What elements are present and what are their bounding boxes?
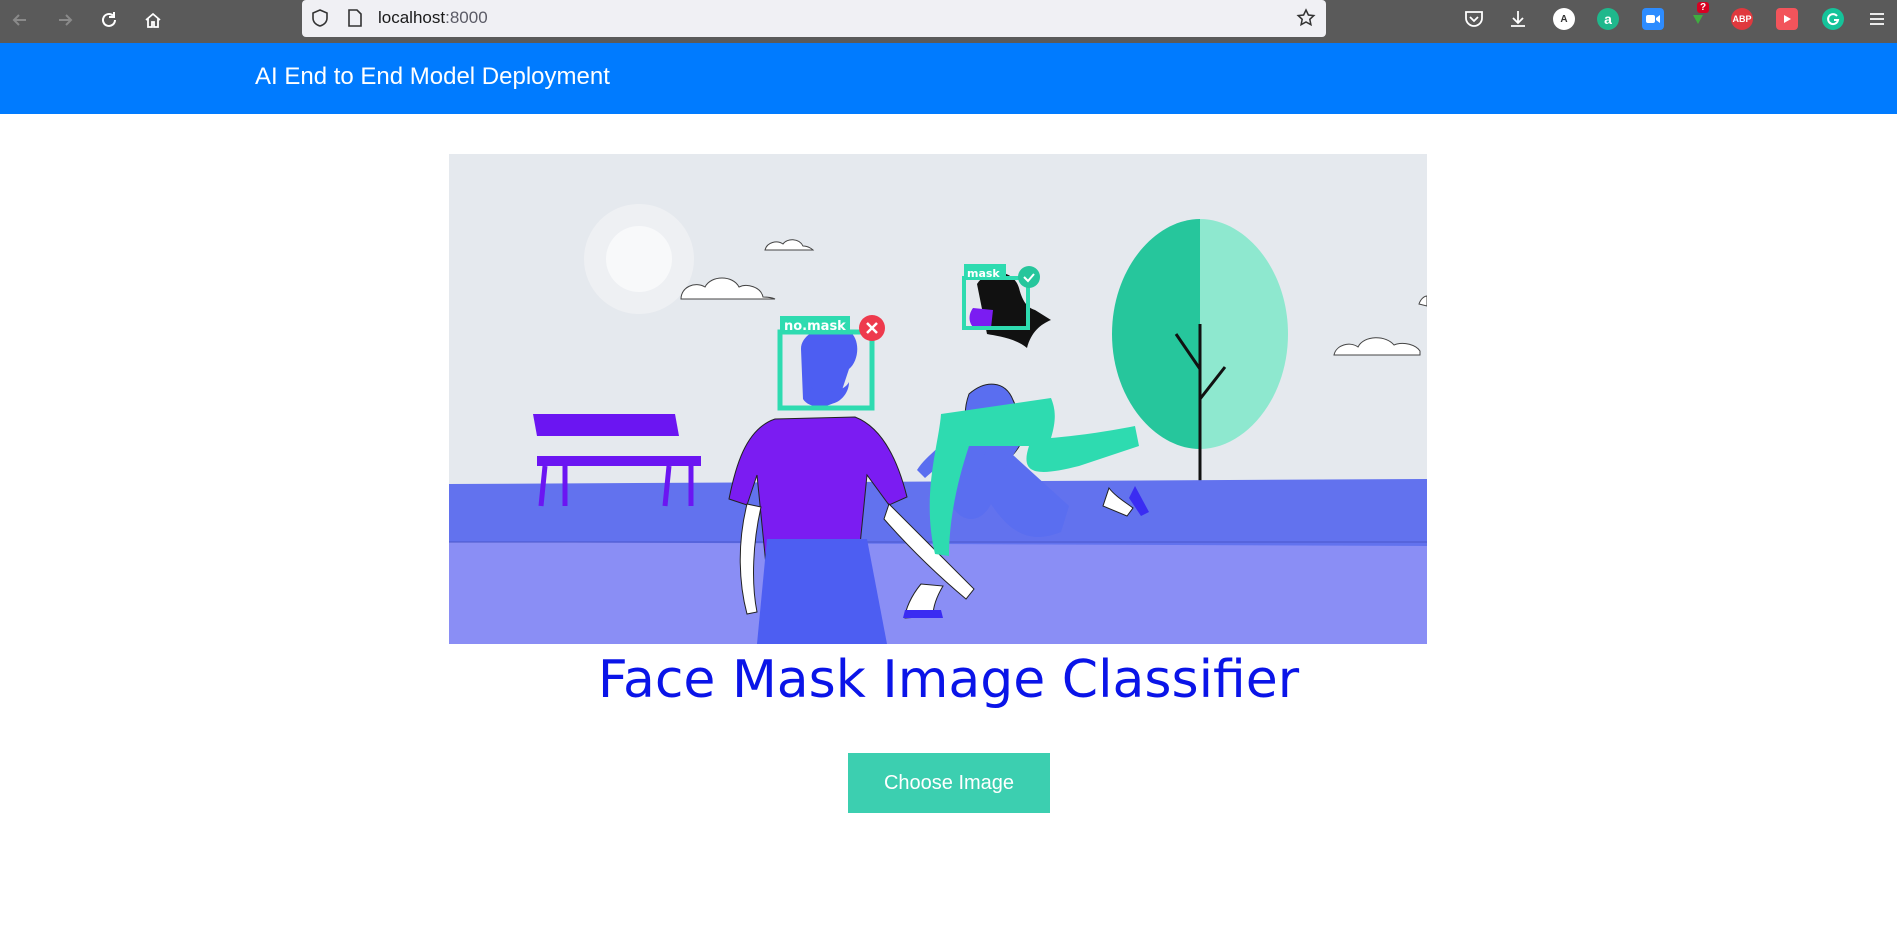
play-icon (1784, 15, 1791, 23)
grammarly-extension-icon[interactable] (1822, 8, 1844, 30)
zoom-extension-icon[interactable] (1642, 8, 1664, 30)
video-extension-icon[interactable] (1776, 8, 1798, 30)
back-arrow-icon (12, 14, 26, 26)
grammarly-icon (1827, 13, 1840, 26)
shield-icon[interactable] (310, 8, 330, 28)
home-button[interactable] (139, 6, 167, 34)
download-icon[interactable] (1507, 8, 1529, 30)
forward-button[interactable] (51, 6, 79, 34)
url-host: localhost (378, 8, 446, 27)
browser-toolbar: localhost:8000 A a ? ABP (0, 0, 1897, 43)
account-extension-icon[interactable]: A (1553, 8, 1575, 30)
bookmark-star-icon[interactable] (1296, 8, 1316, 28)
camera-icon (1646, 15, 1660, 23)
reload-icon (102, 12, 116, 27)
page-icon (348, 9, 362, 27)
url-text[interactable]: localhost:8000 (378, 8, 488, 28)
navbar-brand[interactable]: AI End to End Model Deployment (255, 63, 610, 91)
page-title: Face Mask Image Classifier (597, 650, 1300, 710)
mask-label: mask (967, 267, 1000, 280)
amazon-extension-icon[interactable]: a (1597, 8, 1619, 30)
home-icon (145, 12, 161, 28)
extension-badge: ? (1697, 2, 1710, 13)
forward-arrow-icon (59, 14, 73, 26)
no-mask-label: no.mask (784, 319, 846, 334)
adblock-extension-icon[interactable]: ABP (1731, 8, 1753, 30)
amazon-extension-label: a (1604, 11, 1612, 27)
site-navbar: AI End to End Model Deployment (0, 43, 1897, 114)
face-mask-scene-illustration: no.mask mask (449, 154, 1427, 644)
url-port: :8000 (445, 8, 488, 27)
hero-illustration: no.mask mask (449, 154, 1427, 644)
reload-button[interactable] (95, 6, 123, 34)
url-bar[interactable]: localhost:8000 (302, 0, 1326, 37)
adblock-extension-label: ABP (1732, 14, 1752, 24)
pocket-icon[interactable] (1463, 8, 1485, 30)
menu-icon[interactable] (1868, 10, 1886, 28)
choose-image-button[interactable]: Choose Image (848, 753, 1050, 813)
back-button[interactable] (6, 6, 34, 34)
account-extension-label: A (1560, 13, 1568, 25)
download-manager-extension-icon[interactable]: ? (1687, 2, 1710, 30)
